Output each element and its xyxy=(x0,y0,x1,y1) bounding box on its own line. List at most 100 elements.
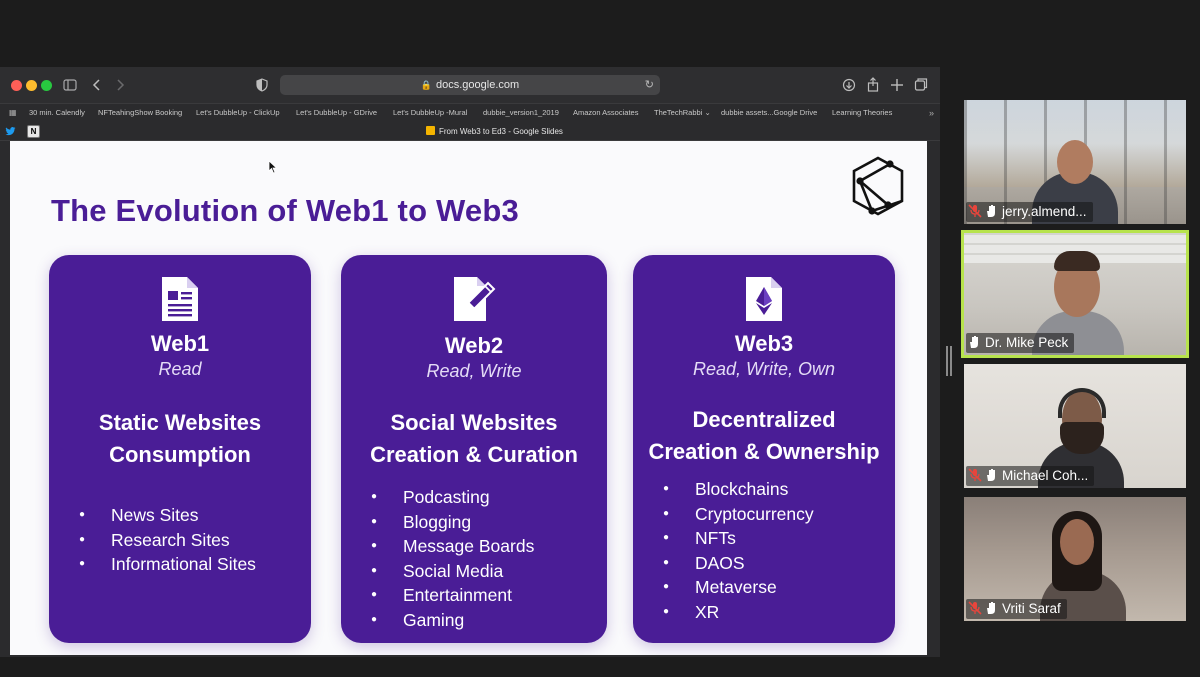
google-slides-icon xyxy=(426,126,435,135)
close-window-button[interactable] xyxy=(11,80,22,91)
forward-icon[interactable] xyxy=(115,75,125,95)
card-subtitle: Read, Write, Own xyxy=(692,359,836,379)
card-heading-line: Creation & Ownership xyxy=(648,439,880,464)
participant-name: jerry.almend... xyxy=(1002,204,1087,219)
bookmark-item[interactable]: Learning Theories xyxy=(832,104,892,122)
card-bullet-list: Podcasting Blogging Message Boards Socia… xyxy=(371,485,534,632)
card-name: Web3 xyxy=(734,331,794,356)
list-item: NFTs xyxy=(663,526,814,551)
participant-name-tag: Vriti Saraf xyxy=(966,599,1067,619)
participant-name-tag: jerry.almend... xyxy=(966,202,1093,222)
card-bullet-list: News Sites Research Sites Informational … xyxy=(79,503,256,577)
list-item: Informational Sites xyxy=(79,552,256,577)
participant-name-tag: Dr. Mike Peck xyxy=(966,333,1075,353)
card-heading: Decentralized Creation & Ownership xyxy=(633,404,895,468)
card-bullet-list: Blockchains Cryptocurrency NFTs DAOS Met… xyxy=(663,477,814,624)
bookmark-item[interactable]: Let's DubbleUp - ClickUp xyxy=(196,104,280,122)
lock-icon: 🔒 xyxy=(420,80,433,90)
share-icon[interactable] xyxy=(866,75,880,95)
bookmark-item[interactable]: Let's DubbleUp -Mural xyxy=(393,104,467,122)
participant-video-tile-active-speaker[interactable]: Dr. Mike Peck xyxy=(961,230,1189,358)
card-heading: Social Websites Creation & Curation xyxy=(341,407,607,471)
tab-bar: N From Web3 to Ed3 - Google Slides xyxy=(0,123,940,141)
participant-name: Michael Coh... xyxy=(1002,468,1089,483)
card-heading-line: Decentralized xyxy=(692,407,836,432)
hexagon-network-logo-icon xyxy=(852,156,904,216)
resize-grip-line xyxy=(946,346,948,376)
bookmark-folder[interactable]: TheTechRabbi ⌄ xyxy=(654,104,711,122)
participant-name: Vriti Saraf xyxy=(1002,601,1061,616)
sidebar-icon[interactable] xyxy=(63,75,77,95)
list-item: Social Media xyxy=(371,559,534,584)
tab-title-text: From Web3 to Ed3 - Google Slides xyxy=(439,127,563,136)
new-tab-icon[interactable] xyxy=(890,75,904,95)
web2-card: Web2 Read, Write Social Websites Creatio… xyxy=(341,255,607,643)
more-bookmarks-icon[interactable]: » xyxy=(929,104,934,122)
web3-card: Web3 Read, Write, Own Decentralized Crea… xyxy=(633,255,895,643)
participant-video-tile[interactable]: jerry.almend... xyxy=(964,100,1186,224)
list-item: Entertainment xyxy=(371,583,534,608)
participant-head xyxy=(1057,140,1093,184)
browser-toolbar: 🔒 docs.google.com ↻ xyxy=(0,67,940,104)
address-bar[interactable]: 🔒 docs.google.com ↻ xyxy=(280,75,660,95)
participant-video-tile[interactable]: Michael Coh... xyxy=(964,364,1186,488)
list-item: Research Sites xyxy=(79,528,256,553)
mic-off-icon xyxy=(968,204,982,218)
raised-hand-icon xyxy=(987,205,995,217)
back-icon[interactable] xyxy=(92,75,102,95)
card-heading-line: Creation & Curation xyxy=(370,442,578,467)
notion-icon[interactable]: N xyxy=(27,125,40,138)
card-subtitle: Read xyxy=(158,359,202,379)
bookmark-item[interactable]: Let's DubbleUp - GDrive xyxy=(296,104,377,122)
active-tab[interactable]: From Web3 to Ed3 - Google Slides xyxy=(426,123,563,140)
minimize-window-button[interactable] xyxy=(26,80,37,91)
headphones xyxy=(1058,388,1106,418)
card-subtitle: Read, Write xyxy=(426,361,522,381)
list-item: Blogging xyxy=(371,510,534,535)
list-item: Message Boards xyxy=(371,534,534,559)
edit-document-icon xyxy=(454,277,496,321)
bookmark-item[interactable]: NFTeahingShow Booking xyxy=(98,104,182,122)
list-item: XR xyxy=(663,600,814,625)
card-name: Web2 xyxy=(444,333,504,358)
participant-video-tile[interactable]: Vriti Saraf xyxy=(964,497,1186,621)
list-item: News Sites xyxy=(79,503,256,528)
bookmark-item[interactable]: dubbie_version1_2019 xyxy=(483,104,559,122)
reload-icon[interactable]: ↻ xyxy=(645,75,654,95)
bookmark-item[interactable]: Amazon Associates xyxy=(573,104,638,122)
document-icon xyxy=(162,277,198,321)
bookmark-item[interactable]: 30 min. Calendly xyxy=(29,104,85,122)
bookmark-item[interactable]: dubbie assets...Google Drive xyxy=(721,104,817,122)
bookmark-folder-label: TheTechRabbi xyxy=(654,108,703,117)
browser-window: 🔒 docs.google.com ↻ ▦ 30 min. Calendly NF… xyxy=(0,67,940,657)
zoom-window-button[interactable] xyxy=(41,80,52,91)
raised-hand-icon xyxy=(987,469,995,481)
presentation-slide: The Evolution of Web1 to Web3 Web1 Read … xyxy=(10,141,927,655)
card-heading-line: Consumption xyxy=(109,442,251,467)
card-heading-line: Social Websites xyxy=(390,410,558,435)
card-heading: Static Websites Consumption xyxy=(49,407,311,471)
ethereum-document-icon xyxy=(746,277,782,321)
tabs-overview-icon[interactable] xyxy=(914,75,928,95)
slide-title: The Evolution of Web1 to Web3 xyxy=(51,193,519,228)
list-item: DAOS xyxy=(663,551,814,576)
list-item: Podcasting xyxy=(371,485,534,510)
chevron-down-icon: ⌄ xyxy=(704,108,711,117)
card-heading-line: Static Websites xyxy=(98,410,262,435)
apps-grid-icon[interactable]: ▦ xyxy=(9,109,17,117)
twitter-icon[interactable] xyxy=(4,125,17,138)
participant-head xyxy=(1060,519,1094,565)
list-item: Cryptocurrency xyxy=(663,502,814,527)
raised-hand-icon xyxy=(987,602,995,614)
bookmarks-bar: ▦ 30 min. Calendly NFTeahingShow Booking… xyxy=(0,104,940,122)
panel-resize-handle[interactable] xyxy=(946,346,952,376)
download-icon[interactable] xyxy=(842,75,856,95)
mouse-cursor-icon xyxy=(268,160,278,174)
participant-hair xyxy=(1054,251,1100,271)
mic-off-icon xyxy=(968,468,982,482)
participant-name: Dr. Mike Peck xyxy=(985,335,1069,350)
shield-icon[interactable] xyxy=(256,75,268,95)
list-item: Gaming xyxy=(371,608,534,633)
list-item: Metaverse xyxy=(663,575,814,600)
web1-card: Web1 Read Static Websites Consumption Ne… xyxy=(49,255,311,643)
